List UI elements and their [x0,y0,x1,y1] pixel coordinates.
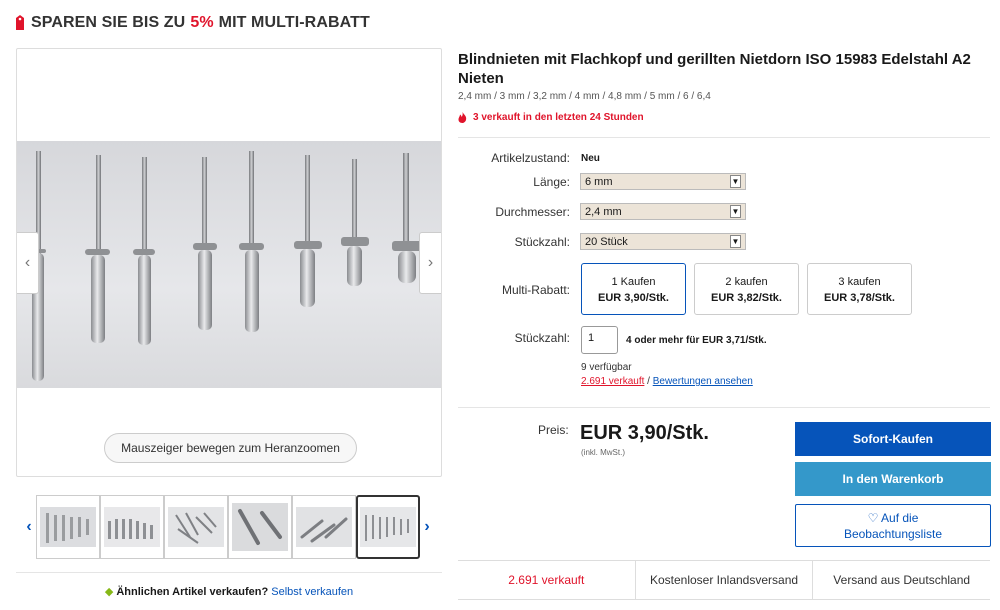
multi-discount-label: Multi-Rabatt: [501,283,570,297]
separator: / [644,376,653,387]
condition-value: Neu [581,153,600,164]
chevron-left-icon: ‹ [24,254,31,271]
sell-similar: ◆ Ähnlichen Artikel verkaufen? Selbst ve… [16,572,442,598]
next-image-button[interactable]: › [419,232,441,294]
main-product-image[interactable] [17,141,441,388]
multi-option-price: EUR 3,82/Stk. [711,292,782,304]
sales-signal-text: 3 verkauft in den letzten 24 Stunden [473,112,644,123]
thumbnail-image [40,507,96,547]
thumbnails-prev-button[interactable]: ‹ [22,518,36,536]
length-label: Länge: [533,175,570,189]
dropdown-caret-icon: ▼ [730,235,741,248]
thumbnail-2[interactable] [100,495,164,559]
zoom-hint: Mauszeiger bewegen zum Heranzoomen [104,433,357,463]
thumbnail-image [104,507,160,547]
chevron-right-icon: › [427,254,434,271]
stat-sold: 2.691 verkauft [508,573,585,587]
thumbnail-image [168,507,224,547]
thumbnail-image [232,503,288,551]
pieces-select-value: 20 Stück [585,235,628,248]
reviews-link[interactable]: Bewertungen ansehen [653,376,753,387]
promo-suffix: MIT MULTI-RABATT [218,14,370,31]
multi-option-price: EUR 3,90/Stk. [598,292,669,304]
pieces-select[interactable]: 20 Stück ▼ [580,233,746,250]
multi-option-3[interactable]: 3 kaufen EUR 3,78/Stk. [807,263,912,315]
divider [458,407,990,408]
available-count: 9 verfügbar [581,362,632,373]
condition-label: Artikelzustand: [491,151,570,165]
price-value: EUR 3,90/Stk. [580,422,709,444]
thumbnail-image [360,507,416,547]
prev-image-button[interactable]: ‹ [17,232,39,294]
vat-note: (inkl. MwSt.) [581,448,625,457]
watchlist-label-line2: Beobachtungsliste [843,526,943,541]
length-select[interactable]: 6 mm ▼ [580,173,746,190]
flame-icon [458,112,467,123]
availability: 9 verfügbar 2.691 verkauft / Bewertungen… [581,361,753,389]
stat-ships-from: Versand aus Deutschland [812,561,990,599]
thumbnail-strip: ‹ › [22,492,442,562]
diameter-label: Durchmesser: [495,205,570,219]
dropdown-caret-icon: ▼ [730,205,741,218]
rivets-photo [31,151,422,381]
diameter-select[interactable]: 2,4 mm ▼ [580,203,746,220]
quantity-input[interactable]: 1 [581,326,618,354]
buy-now-button[interactable]: Sofort-Kaufen [795,422,991,456]
quantity-discount-note: 4 oder mehr für EUR 3,71/Stk. [626,335,767,346]
thumbnail-4[interactable] [228,495,292,559]
pieces-label: Stückzahl: [514,235,570,249]
stat-free-shipping: Kostenloser Inlandsversand [634,561,813,599]
chevron-left-icon: ‹ [26,518,32,535]
image-gallery: ‹ › Mauszeiger bewegen zum Heranzoomen [16,48,442,477]
quantity-label: Stückzahl: [514,331,570,345]
listing-stats: 2.691 verkauft Kostenloser Inlandsversan… [458,560,990,600]
add-to-cart-button[interactable]: In den Warenkorb [795,462,991,496]
listing-title: Blindnieten mit Flachkopf und gerillten … [458,51,971,87]
price-tag-icon [16,15,24,30]
add-to-watchlist-button[interactable]: ♡ Auf die Beobachtungsliste [795,504,991,547]
length-select-value: 6 mm [585,175,613,188]
promo-prefix: SPAREN SIE BIS ZU [31,14,186,31]
sell-yourself-link[interactable]: Selbst verkaufen [271,586,353,598]
diameter-select-value: 2,4 mm [585,205,622,218]
listing-subtitle: 2,4 mm / 3 mm / 3,2 mm / 4 mm / 4,8 mm /… [458,91,711,102]
multi-option-2[interactable]: 2 kaufen EUR 3,82/Stk. [694,263,799,315]
chevron-right-icon: › [424,518,430,535]
thumbnail-1[interactable] [36,495,100,559]
thumbnail-6[interactable] [356,495,420,559]
price-label: Preis: [538,423,569,437]
multi-option-qty: 1 Kaufen [611,276,656,288]
multi-discount-banner: SPAREN SIE BIS ZU 5% MIT MULTI-RABATT [14,14,370,32]
thumbnail-5[interactable] [292,495,356,559]
watchlist-label-line1: ♡ Auf die [867,510,919,525]
multi-option-price: EUR 3,78/Stk. [824,292,895,304]
sell-question: Ähnlichen Artikel verkaufen? [116,586,269,598]
dropdown-caret-icon: ▼ [730,175,741,188]
sold-count-link[interactable]: 2.691 verkauft [581,376,644,387]
thumbnail-3[interactable] [164,495,228,559]
multi-option-qty: 3 kaufen [838,276,881,288]
multi-option-qty: 2 kaufen [725,276,768,288]
thumbnail-image [296,507,352,547]
sales-signal: 3 verkauft in den letzten 24 Stunden [458,112,644,123]
promo-percent: 5% [190,14,214,31]
multi-option-1[interactable]: 1 Kaufen EUR 3,90/Stk. [581,263,686,315]
tag-icon: ◆ [104,586,114,598]
divider [458,137,990,138]
thumbnails-next-button[interactable]: › [420,518,434,536]
